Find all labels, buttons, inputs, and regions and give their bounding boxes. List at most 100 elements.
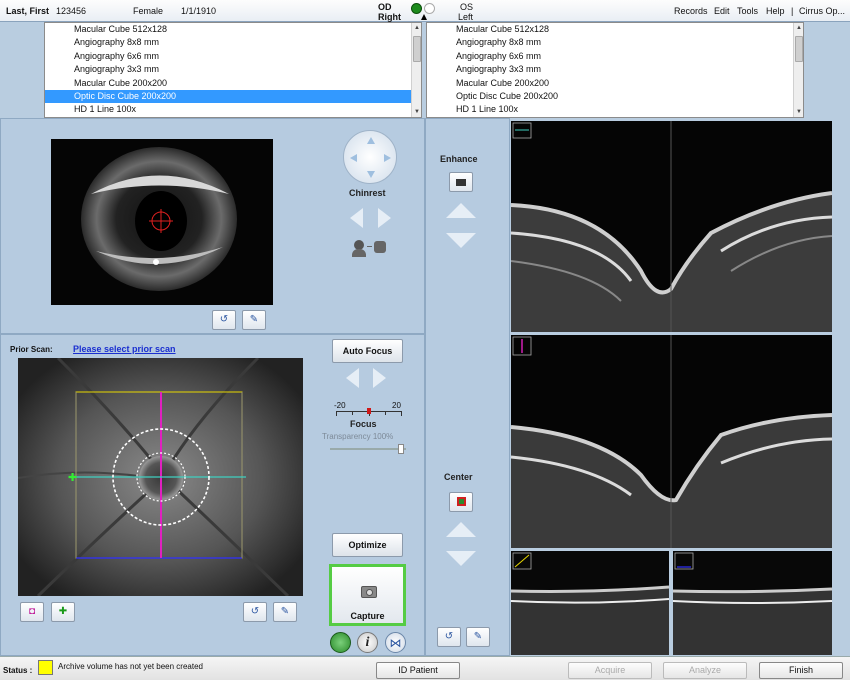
scroll-up-icon[interactable]: ▲ [795, 24, 803, 32]
status-message: Archive volume has not yet been created [58, 662, 203, 671]
camera-icon [361, 586, 377, 598]
menu-records[interactable]: Records [674, 6, 708, 16]
focus-min: -20 [334, 401, 346, 410]
prior-scan-label: Prior Scan: [10, 345, 53, 354]
list-item[interactable]: Angiography 3x3 mm [427, 63, 803, 76]
chinrest-dpad[interactable] [343, 130, 397, 184]
menu-help[interactable]: Help [766, 6, 785, 16]
iris-undo-button[interactable]: ↺ [212, 310, 236, 330]
focus-left-arrow-icon[interactable] [346, 368, 359, 388]
acquire-button[interactable]: Acquire [568, 662, 652, 679]
scroll-up-icon[interactable]: ▲ [413, 24, 421, 32]
os-sublabel: Left [458, 12, 474, 22]
chinrest-label: Chinrest [349, 188, 386, 198]
oct-settings-button[interactable]: ✎ [466, 627, 490, 647]
oct-small-right-image [673, 551, 832, 655]
enhance-down-icon[interactable] [446, 233, 476, 248]
transparency-slider[interactable] [330, 444, 406, 454]
menu-tools[interactable]: Tools [737, 6, 758, 16]
focus-label: Focus [350, 419, 377, 429]
os-protocol-list[interactable]: Macular Cube 512x128 Angiography 8x8 mm … [426, 22, 804, 118]
scroll-down-icon[interactable]: ▼ [795, 108, 803, 116]
chinrest-left-icon[interactable] [350, 154, 357, 162]
enhance-up-icon[interactable] [446, 203, 476, 218]
fundus-settings-button[interactable]: ✎ [273, 602, 297, 622]
scrollbar[interactable]: ▲ ▼ [793, 23, 803, 117]
oct-vertical-scan[interactable] [511, 335, 832, 548]
list-item[interactable]: Angiography 8x8 mm [45, 36, 421, 49]
list-item[interactable]: Macular Cube 200x200 [427, 77, 803, 90]
oct-vertical-image [511, 335, 832, 548]
oct-horizontal-image [511, 121, 832, 332]
optimize-button[interactable]: Optimize [332, 533, 403, 557]
scroll-thumb[interactable] [795, 36, 803, 62]
patient-name: Last, First [6, 6, 50, 16]
oct-undo-button[interactable]: ↺ [437, 627, 461, 647]
analyze-button[interactable]: Analyze [663, 662, 747, 679]
od-sublabel: Right [378, 12, 401, 22]
transparency-thumb[interactable] [398, 444, 404, 454]
auto-focus-button[interactable]: Auto Focus [332, 339, 403, 363]
fundus-image: ✚ [18, 358, 303, 596]
enhance-button[interactable] [449, 172, 473, 192]
list-item[interactable]: Macular Cube 512x128 [45, 23, 421, 36]
add-scan-button[interactable]: ◘ [20, 602, 44, 622]
wrench-icon: ✎ [249, 314, 259, 325]
iris-viewer[interactable] [51, 139, 273, 305]
focus-scale[interactable] [336, 408, 402, 419]
pink-scan-icon: ◘ [28, 606, 36, 617]
enhance-label: Enhance [440, 154, 478, 164]
scroll-thumb[interactable] [413, 36, 421, 62]
chinrest-right-arrow-icon[interactable] [378, 208, 391, 228]
chinrest-up-icon[interactable] [367, 137, 375, 144]
menu-app[interactable]: Cirrus Op... [799, 6, 845, 16]
list-item[interactable]: HD 1 Line 100x [45, 103, 421, 116]
fundus-viewer[interactable]: ✚ [18, 358, 303, 596]
focus-marker[interactable] [367, 408, 371, 414]
fundus-undo-button[interactable]: ↺ [243, 602, 267, 622]
capture-button[interactable]: Capture [329, 564, 406, 626]
title-bar: Last, First 123456 Female 1/1/1910 OD Ri… [0, 0, 850, 22]
chinrest-down-icon[interactable] [367, 171, 375, 178]
scrollbar[interactable]: ▲ ▼ [411, 23, 421, 117]
iris-image [51, 139, 273, 305]
center-label: Center [444, 472, 473, 482]
wrench-icon: ✎ [473, 631, 483, 642]
list-item[interactable]: HD 1 Line 100x [427, 103, 803, 116]
od-protocol-list[interactable]: Macular Cube 512x128 Angiography 8x8 mm … [44, 22, 422, 118]
prior-scan-link[interactable]: Please select prior scan [73, 344, 176, 354]
oct-small-scan-right[interactable] [673, 551, 832, 655]
oct-small-scan-left[interactable] [511, 551, 669, 655]
info-icon[interactable]: i [357, 632, 378, 653]
finish-button[interactable]: Finish [759, 662, 843, 679]
chinrest-left-arrow-icon[interactable] [350, 208, 363, 228]
patient-head-icon[interactable] [352, 238, 386, 258]
center-down-icon[interactable] [446, 551, 476, 566]
eye-toggle[interactable] [410, 3, 438, 20]
wrench-icon: ✎ [280, 606, 290, 617]
chinrest-right-icon[interactable] [384, 154, 391, 162]
undo-icon: ↺ [250, 606, 260, 617]
add-prior-button[interactable]: ✚ [51, 602, 75, 622]
svg-text:✚: ✚ [68, 471, 77, 484]
center-button[interactable] [449, 492, 473, 512]
menu-edit[interactable]: Edit [714, 6, 730, 16]
iris-settings-button[interactable]: ✎ [242, 310, 266, 330]
pointer-icon [421, 14, 427, 20]
list-item[interactable]: Angiography 6x6 mm [427, 50, 803, 63]
list-item[interactable]: Macular Cube 512x128 [427, 23, 803, 36]
center-up-icon[interactable] [446, 522, 476, 537]
eye-swap-icon[interactable]: ⋈ [385, 632, 406, 653]
tracking-icon[interactable] [330, 632, 351, 653]
list-item-selected[interactable]: Optic Disc Cube 200x200 [45, 89, 421, 104]
list-item[interactable]: Angiography 8x8 mm [427, 36, 803, 49]
scroll-down-icon[interactable]: ▼ [413, 108, 421, 116]
list-item[interactable]: Macular Cube 200x200 [45, 77, 421, 90]
list-item[interactable]: Angiography 6x6 mm [45, 50, 421, 63]
id-patient-button[interactable]: ID Patient [376, 662, 460, 679]
list-item[interactable]: Optic Disc Cube 200x200 [427, 90, 803, 103]
focus-right-arrow-icon[interactable] [373, 368, 386, 388]
oct-horizontal-scan[interactable] [511, 121, 832, 332]
list-item[interactable]: Angiography 3x3 mm [45, 63, 421, 76]
patient-dob: 1/1/1910 [181, 6, 217, 16]
